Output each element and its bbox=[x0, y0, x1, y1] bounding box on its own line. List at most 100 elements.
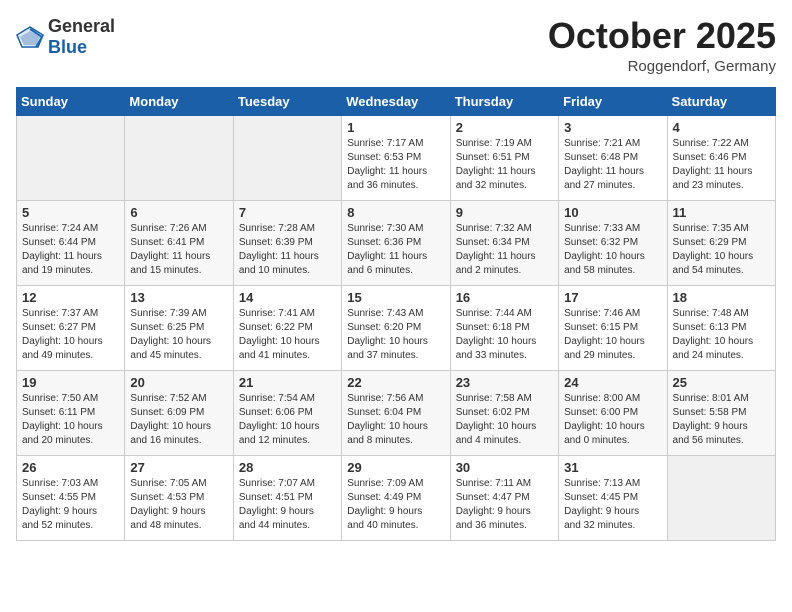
day-number: 20 bbox=[130, 375, 227, 390]
calendar-cell bbox=[17, 115, 125, 200]
day-number: 1 bbox=[347, 120, 444, 135]
weekday-header-thursday: Thursday bbox=[450, 87, 558, 115]
calendar-week-5: 26 Sunrise: 7:03 AM Sunset: 4:55 PM Dayli… bbox=[17, 455, 776, 540]
calendar-cell: 28 Sunrise: 7:07 AM Sunset: 4:51 PM Dayli… bbox=[233, 455, 341, 540]
month-title: October 2025 bbox=[548, 16, 776, 56]
weekday-header-friday: Friday bbox=[559, 87, 667, 115]
day-number: 9 bbox=[456, 205, 553, 220]
day-number: 4 bbox=[673, 120, 770, 135]
day-number: 18 bbox=[673, 290, 770, 305]
calendar-cell: 9 Sunrise: 7:32 AM Sunset: 6:34 PM Daylig… bbox=[450, 200, 558, 285]
day-info: Sunrise: 7:46 AM Sunset: 6:15 PM Dayligh… bbox=[564, 307, 661, 363]
day-number: 31 bbox=[564, 460, 661, 475]
title-block: October 2025 Roggendorf, Germany bbox=[548, 16, 776, 75]
calendar-cell: 4 Sunrise: 7:22 AM Sunset: 6:46 PM Daylig… bbox=[667, 115, 775, 200]
calendar-cell: 26 Sunrise: 7:03 AM Sunset: 4:55 PM Dayli… bbox=[17, 455, 125, 540]
weekday-header-sunday: Sunday bbox=[17, 87, 125, 115]
day-info: Sunrise: 8:00 AM Sunset: 6:00 PM Dayligh… bbox=[564, 392, 661, 448]
day-info: Sunrise: 7:32 AM Sunset: 6:34 PM Dayligh… bbox=[456, 222, 553, 278]
day-number: 26 bbox=[22, 460, 119, 475]
calendar-cell: 19 Sunrise: 7:50 AM Sunset: 6:11 PM Dayli… bbox=[17, 370, 125, 455]
day-number: 25 bbox=[673, 375, 770, 390]
calendar-cell: 22 Sunrise: 7:56 AM Sunset: 6:04 PM Dayli… bbox=[342, 370, 450, 455]
day-info: Sunrise: 7:58 AM Sunset: 6:02 PM Dayligh… bbox=[456, 392, 553, 448]
day-info: Sunrise: 7:11 AM Sunset: 4:47 PM Dayligh… bbox=[456, 477, 553, 533]
day-info: Sunrise: 7:56 AM Sunset: 6:04 PM Dayligh… bbox=[347, 392, 444, 448]
day-info: Sunrise: 7:48 AM Sunset: 6:13 PM Dayligh… bbox=[673, 307, 770, 363]
calendar-cell: 15 Sunrise: 7:43 AM Sunset: 6:20 PM Dayli… bbox=[342, 285, 450, 370]
calendar-cell: 21 Sunrise: 7:54 AM Sunset: 6:06 PM Dayli… bbox=[233, 370, 341, 455]
day-info: Sunrise: 7:50 AM Sunset: 6:11 PM Dayligh… bbox=[22, 392, 119, 448]
calendar-table: SundayMondayTuesdayWednesdayThursdayFrid… bbox=[16, 87, 776, 541]
day-info: Sunrise: 7:17 AM Sunset: 6:53 PM Dayligh… bbox=[347, 137, 444, 193]
calendar-week-3: 12 Sunrise: 7:37 AM Sunset: 6:27 PM Dayli… bbox=[17, 285, 776, 370]
calendar-cell: 5 Sunrise: 7:24 AM Sunset: 6:44 PM Daylig… bbox=[17, 200, 125, 285]
day-info: Sunrise: 7:09 AM Sunset: 4:49 PM Dayligh… bbox=[347, 477, 444, 533]
day-info: Sunrise: 7:28 AM Sunset: 6:39 PM Dayligh… bbox=[239, 222, 336, 278]
day-info: Sunrise: 7:44 AM Sunset: 6:18 PM Dayligh… bbox=[456, 307, 553, 363]
calendar-cell: 8Sunrise: 7:30 AM Sunset: 6:36 PM Daylig… bbox=[342, 200, 450, 285]
day-number: 12 bbox=[22, 290, 119, 305]
calendar-cell: 20 Sunrise: 7:52 AM Sunset: 6:09 PM Dayli… bbox=[125, 370, 233, 455]
day-info: Sunrise: 7:52 AM Sunset: 6:09 PM Dayligh… bbox=[130, 392, 227, 448]
calendar-cell: 18 Sunrise: 7:48 AM Sunset: 6:13 PM Dayli… bbox=[667, 285, 775, 370]
day-number: 3 bbox=[564, 120, 661, 135]
logo-icon bbox=[16, 26, 44, 48]
day-info: Sunrise: 7:22 AM Sunset: 6:46 PM Dayligh… bbox=[673, 137, 770, 193]
calendar-cell: 30Sunrise: 7:11 AM Sunset: 4:47 PM Dayli… bbox=[450, 455, 558, 540]
weekday-header-monday: Monday bbox=[125, 87, 233, 115]
day-number: 29 bbox=[347, 460, 444, 475]
day-number: 11 bbox=[673, 205, 770, 220]
calendar-cell: 2Sunrise: 7:19 AM Sunset: 6:51 PM Daylig… bbox=[450, 115, 558, 200]
day-info: Sunrise: 7:54 AM Sunset: 6:06 PM Dayligh… bbox=[239, 392, 336, 448]
day-info: Sunrise: 7:37 AM Sunset: 6:27 PM Dayligh… bbox=[22, 307, 119, 363]
calendar-cell: 13 Sunrise: 7:39 AM Sunset: 6:25 PM Dayli… bbox=[125, 285, 233, 370]
calendar-cell: 10Sunrise: 7:33 AM Sunset: 6:32 PM Dayli… bbox=[559, 200, 667, 285]
day-number: 2 bbox=[456, 120, 553, 135]
calendar-week-4: 19 Sunrise: 7:50 AM Sunset: 6:11 PM Dayli… bbox=[17, 370, 776, 455]
day-info: Sunrise: 7:41 AM Sunset: 6:22 PM Dayligh… bbox=[239, 307, 336, 363]
day-info: Sunrise: 7:26 AM Sunset: 6:41 PM Dayligh… bbox=[130, 222, 227, 278]
calendar-cell: 6 Sunrise: 7:26 AM Sunset: 6:41 PM Daylig… bbox=[125, 200, 233, 285]
day-number: 19 bbox=[22, 375, 119, 390]
day-info: Sunrise: 7:43 AM Sunset: 6:20 PM Dayligh… bbox=[347, 307, 444, 363]
day-number: 15 bbox=[347, 290, 444, 305]
day-number: 24 bbox=[564, 375, 661, 390]
day-number: 10 bbox=[564, 205, 661, 220]
day-info: Sunrise: 7:30 AM Sunset: 6:36 PM Dayligh… bbox=[347, 222, 444, 278]
day-number: 7 bbox=[239, 205, 336, 220]
day-info: Sunrise: 7:07 AM Sunset: 4:51 PM Dayligh… bbox=[239, 477, 336, 533]
calendar-cell: 16 Sunrise: 7:44 AM Sunset: 6:18 PM Dayli… bbox=[450, 285, 558, 370]
day-number: 16 bbox=[456, 290, 553, 305]
day-number: 23 bbox=[456, 375, 553, 390]
location-title: Roggendorf, Germany bbox=[548, 58, 776, 75]
calendar-cell: 1 Sunrise: 7:17 AM Sunset: 6:53 PM Daylig… bbox=[342, 115, 450, 200]
day-number: 27 bbox=[130, 460, 227, 475]
weekday-header-row: SundayMondayTuesdayWednesdayThursdayFrid… bbox=[17, 87, 776, 115]
day-info: Sunrise: 7:39 AM Sunset: 6:25 PM Dayligh… bbox=[130, 307, 227, 363]
calendar-cell: 17Sunrise: 7:46 AM Sunset: 6:15 PM Dayli… bbox=[559, 285, 667, 370]
calendar-cell: 29 Sunrise: 7:09 AM Sunset: 4:49 PM Dayli… bbox=[342, 455, 450, 540]
calendar-cell: 7 Sunrise: 7:28 AM Sunset: 6:39 PM Daylig… bbox=[233, 200, 341, 285]
calendar-cell: 25Sunrise: 8:01 AM Sunset: 5:58 PM Dayli… bbox=[667, 370, 775, 455]
day-number: 13 bbox=[130, 290, 227, 305]
calendar-cell: 11 Sunrise: 7:35 AM Sunset: 6:29 PM Dayli… bbox=[667, 200, 775, 285]
day-info: Sunrise: 7:05 AM Sunset: 4:53 PM Dayligh… bbox=[130, 477, 227, 533]
calendar-cell: 12 Sunrise: 7:37 AM Sunset: 6:27 PM Dayli… bbox=[17, 285, 125, 370]
day-number: 22 bbox=[347, 375, 444, 390]
calendar-cell: 27 Sunrise: 7:05 AM Sunset: 4:53 PM Dayli… bbox=[125, 455, 233, 540]
day-number: 6 bbox=[130, 205, 227, 220]
day-number: 21 bbox=[239, 375, 336, 390]
day-info: Sunrise: 7:24 AM Sunset: 6:44 PM Dayligh… bbox=[22, 222, 119, 278]
calendar-cell: 14 Sunrise: 7:41 AM Sunset: 6:22 PM Dayli… bbox=[233, 285, 341, 370]
day-number: 28 bbox=[239, 460, 336, 475]
day-info: Sunrise: 7:35 AM Sunset: 6:29 PM Dayligh… bbox=[673, 222, 770, 278]
weekday-header-tuesday: Tuesday bbox=[233, 87, 341, 115]
calendar-cell: 31Sunrise: 7:13 AM Sunset: 4:45 PM Dayli… bbox=[559, 455, 667, 540]
calendar-cell bbox=[233, 115, 341, 200]
day-number: 14 bbox=[239, 290, 336, 305]
day-number: 5 bbox=[22, 205, 119, 220]
weekday-header-wednesday: Wednesday bbox=[342, 87, 450, 115]
day-info: Sunrise: 7:03 AM Sunset: 4:55 PM Dayligh… bbox=[22, 477, 119, 533]
day-info: Sunrise: 7:21 AM Sunset: 6:48 PM Dayligh… bbox=[564, 137, 661, 193]
